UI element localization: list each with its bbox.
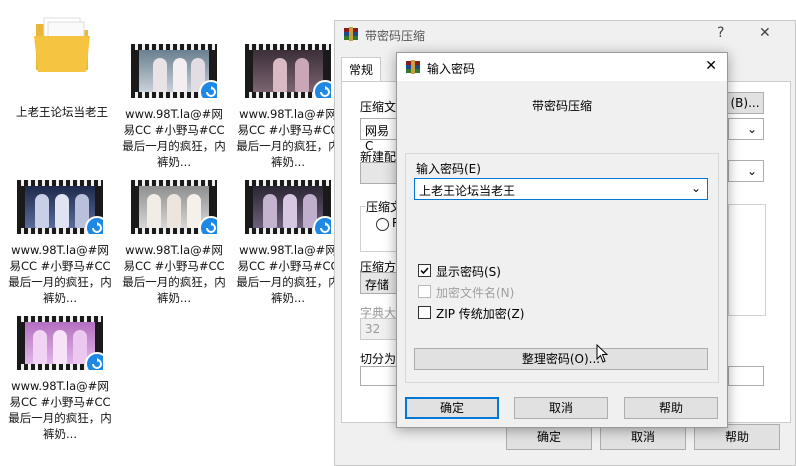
- main-ok-label: 确定: [536, 430, 561, 444]
- update-select-end[interactable]: ⌄: [728, 160, 764, 182]
- tab-general[interactable]: 常规: [341, 57, 381, 82]
- browse-button-label: (B)...: [730, 96, 760, 110]
- password-ok-label: 确定: [439, 401, 464, 415]
- player-badge-icon: [85, 216, 103, 234]
- password-dialog-titlebar[interactable]: 输入密码 ✕: [397, 53, 727, 81]
- chevron-down-icon: ⌄: [690, 181, 701, 195]
- player-badge-icon: [199, 216, 217, 234]
- desktop-file[interactable]: www.98T.la@#网易CC #小野马#CC 最后一月的疯狂，内裤奶...: [122, 180, 226, 306]
- format-radio[interactable]: [376, 218, 389, 231]
- file-label: www.98T.la@#网易CC #小野马#CC 最后一月的疯狂，内裤奶...: [122, 243, 226, 305]
- video-thumbnail: [245, 44, 331, 98]
- password-cancel-button[interactable]: 取消: [514, 397, 608, 419]
- password-cancel-label: 取消: [548, 401, 573, 415]
- dict-select[interactable]: 32: [360, 318, 398, 340]
- folder-label: 上老王论坛当老王: [16, 105, 108, 119]
- method-value: 存储: [365, 278, 390, 292]
- desktop-file[interactable]: www.98T.la@#网易CC #小野马#CC 最后一月的疯狂，内裤奶...: [236, 180, 340, 306]
- profile-select[interactable]: [360, 162, 398, 184]
- password-dialog: 输入密码 ✕ 带密码压缩: [396, 52, 728, 428]
- player-badge-icon: [199, 80, 217, 98]
- video-thumbnail: [245, 180, 331, 234]
- file-label: www.98T.la@#网易CC #小野马#CC 最后一月的疯狂，内裤奶...: [122, 107, 226, 169]
- archive-name-input[interactable]: 网易C: [360, 118, 398, 153]
- method-select[interactable]: 存储: [360, 272, 398, 294]
- split-label: 切分为: [360, 352, 397, 366]
- organize-passwords-label: 整理密码(O)...: [521, 352, 601, 366]
- player-badge-icon: [313, 80, 331, 98]
- desktop-folder[interactable]: 上老王论坛当老王: [10, 14, 114, 120]
- options-group-right: [728, 204, 766, 316]
- player-badge-icon: [313, 216, 331, 234]
- organize-passwords-button[interactable]: 整理密码(O)...: [414, 348, 708, 370]
- close-icon[interactable]: ✕: [705, 58, 717, 74]
- file-label: www.98T.la@#网易CC #小野马#CC 最后一月的疯狂，内裤奶...: [236, 107, 340, 169]
- mouse-cursor-icon: [596, 343, 609, 367]
- zip-legacy-label: ZIP 传统加密(Z): [436, 307, 525, 321]
- password-heading: 带密码压缩: [531, 99, 592, 113]
- password-value: 上老王论坛当老王: [419, 184, 516, 198]
- browse-button[interactable]: (B)...: [726, 92, 764, 114]
- split-input[interactable]: [360, 366, 398, 386]
- desktop-file[interactable]: www.98T.la@#网易CC #小野马#CC 最后一月的疯狂，内裤奶...: [122, 44, 226, 170]
- video-thumbnail: [131, 44, 217, 98]
- folder-icon: [30, 14, 94, 74]
- password-label: 输入密码(E): [416, 162, 481, 176]
- desktop-file[interactable]: www.98T.la@#网易CC #小野马#CC 最后一月的疯狂，内裤奶...: [8, 180, 112, 306]
- zip-legacy-checkbox[interactable]: [418, 306, 431, 319]
- player-badge-icon: [85, 352, 103, 370]
- file-label: www.98T.la@#网易CC #小野马#CC 最后一月的疯狂，内裤奶...: [8, 379, 112, 441]
- help-icon[interactable]: ?: [717, 25, 724, 41]
- video-thumbnail: [17, 180, 103, 234]
- file-label: www.98T.la@#网易CC #小野马#CC 最后一月的疯狂，内裤奶...: [236, 243, 340, 305]
- video-thumbnail: [131, 180, 217, 234]
- archive-dialog-titlebar[interactable]: 带密码压缩 ? ✕: [335, 21, 795, 47]
- password-help-label: 帮助: [658, 401, 683, 415]
- archive-name-dropdown-end[interactable]: ⌄: [728, 118, 764, 140]
- video-thumbnail: [17, 316, 103, 370]
- archive-name-label: 压缩文: [360, 100, 397, 114]
- chevron-down-icon: ⌄: [746, 122, 757, 136]
- winrar-icon: [343, 26, 359, 42]
- archive-dialog-title: 带密码压缩: [365, 29, 426, 43]
- show-password-label: 显示密码(S): [436, 265, 501, 279]
- password-help-button[interactable]: 帮助: [624, 397, 718, 419]
- main-help-label: 帮助: [724, 430, 749, 444]
- desktop-file[interactable]: www.98T.la@#网易CC #小野马#CC 最后一月的疯狂，内裤奶...: [236, 44, 340, 170]
- dict-value: 32: [365, 322, 381, 336]
- file-label: www.98T.la@#网易CC #小野马#CC 最后一月的疯狂，内裤奶...: [8, 243, 112, 305]
- encrypt-names-checkbox[interactable]: [418, 285, 431, 298]
- main-cancel-label: 取消: [630, 430, 655, 444]
- winrar-icon: [405, 59, 421, 75]
- password-input[interactable]: 上老王论坛当老王 ⌄: [414, 178, 708, 200]
- desktop-file[interactable]: www.98T.la@#网易CC #小野马#CC 最后一月的疯狂，内裤奶...: [8, 316, 112, 442]
- split-input-end[interactable]: [728, 366, 764, 386]
- password-dialog-title: 输入密码: [427, 62, 476, 76]
- chevron-down-icon: ⌄: [746, 164, 757, 178]
- close-icon[interactable]: ✕: [759, 25, 771, 41]
- show-password-checkbox[interactable]: [418, 264, 431, 277]
- encrypt-names-label: 加密文件名(N): [436, 286, 515, 300]
- password-ok-button[interactable]: 确定: [405, 397, 499, 419]
